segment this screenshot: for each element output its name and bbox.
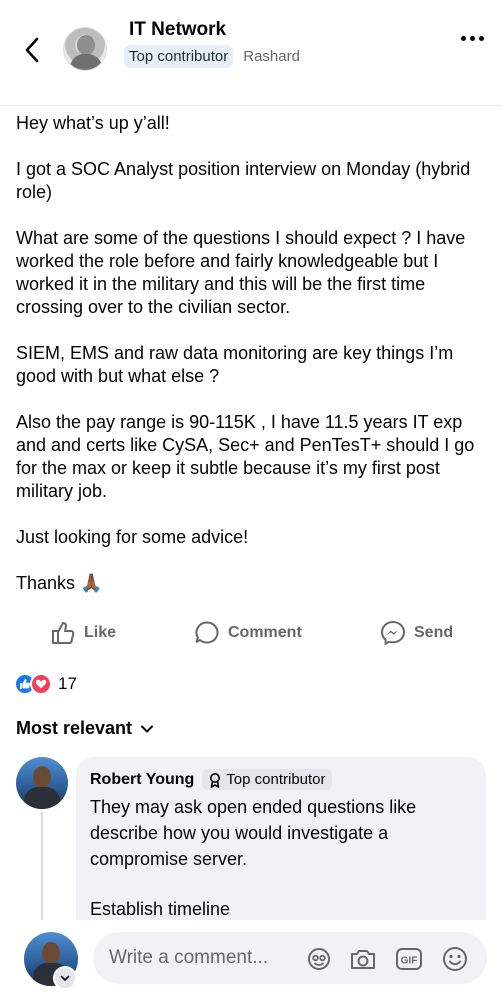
reaction-count: 17 bbox=[58, 674, 77, 693]
more-options-button[interactable] bbox=[461, 36, 484, 41]
comment-label: Comment bbox=[228, 624, 302, 641]
post-paragraph: What are some of the questions I should … bbox=[16, 228, 471, 317]
comment-header: Robert Young Top contributor bbox=[90, 769, 472, 790]
send-button[interactable]: Send bbox=[380, 620, 453, 646]
post-paragraph: Just looking for some advice! bbox=[16, 527, 249, 547]
post-paragraph: Also the pay range is 90-115K , I have 1… bbox=[16, 412, 480, 501]
avatar-sticker-icon bbox=[308, 948, 330, 970]
commenter-name[interactable]: Robert Young bbox=[90, 771, 194, 789]
comment-paragraph: Establish timeline bbox=[90, 899, 231, 919]
post-paragraph: I got a SOC Analyst position interview o… bbox=[16, 159, 476, 202]
thumbs-up-icon bbox=[52, 622, 75, 644]
like-label: Like bbox=[84, 624, 117, 641]
chevron-down-icon bbox=[141, 725, 154, 732]
like-button[interactable]: Like bbox=[50, 620, 116, 646]
send-label: Send bbox=[414, 624, 454, 641]
svg-text:GIF: GIF bbox=[401, 956, 418, 967]
camera-icon bbox=[351, 950, 375, 969]
avatar-sticker-button[interactable] bbox=[305, 945, 333, 973]
love-reaction-icon bbox=[30, 673, 52, 695]
top-contributor-badge: Top contributor bbox=[124, 45, 234, 68]
chevron-down-icon bbox=[60, 975, 70, 981]
commenter-badge-label: Top contributor bbox=[226, 771, 326, 788]
back-button[interactable] bbox=[14, 30, 50, 70]
author-name[interactable]: Rashard bbox=[243, 48, 300, 65]
chevron-left-icon bbox=[25, 37, 39, 63]
group-avatar[interactable] bbox=[63, 27, 107, 71]
group-name[interactable]: IT Network bbox=[129, 19, 226, 41]
comment-bubble-icon bbox=[195, 621, 219, 644]
comment-text: They may ask open ended questions like d… bbox=[90, 794, 472, 922]
post-paragraph: Hey what’s up y’all! bbox=[16, 113, 170, 133]
contributor-icon bbox=[210, 772, 221, 788]
profile-switch-button[interactable] bbox=[53, 966, 77, 990]
post-header: IT Network Top contributor Rashard bbox=[0, 0, 502, 106]
post-paragraph: Thanks 🙏🏾 bbox=[16, 573, 103, 593]
comment-paragraph: They may ask open ended questions like d… bbox=[90, 797, 417, 869]
comment-bubble[interactable]: Robert Young Top contributor They may as… bbox=[76, 757, 486, 937]
reaction-summary[interactable]: 17 bbox=[14, 673, 77, 695]
post-actions-bar: Like Comment Send bbox=[0, 614, 502, 654]
gif-icon: GIF bbox=[396, 948, 422, 970]
thread-line bbox=[41, 812, 43, 922]
commenter-avatar[interactable] bbox=[16, 757, 68, 809]
author-meta: Top contributor Rashard bbox=[124, 45, 300, 68]
messenger-icon bbox=[380, 620, 406, 646]
comment-input-wrapper: GIF bbox=[93, 932, 487, 984]
more-dots-icon bbox=[461, 36, 466, 41]
camera-button[interactable] bbox=[349, 945, 377, 973]
comment-composer: GIF bbox=[0, 920, 502, 1000]
comment-sort-dropdown[interactable]: Most relevant bbox=[16, 718, 154, 739]
gif-button[interactable]: GIF bbox=[395, 945, 423, 973]
post-paragraph: SIEM, EMS and raw data monitoring are ke… bbox=[16, 343, 459, 386]
post-body: Hey what’s up y’all! I got a SOC Analyst… bbox=[16, 112, 490, 595]
emoji-button[interactable] bbox=[441, 945, 469, 973]
sort-label: Most relevant bbox=[16, 718, 133, 738]
commenter-badge: Top contributor bbox=[202, 769, 332, 790]
comment-button[interactable]: Comment bbox=[194, 620, 302, 646]
comment-input[interactable] bbox=[109, 942, 299, 974]
emoji-icon bbox=[443, 947, 467, 971]
